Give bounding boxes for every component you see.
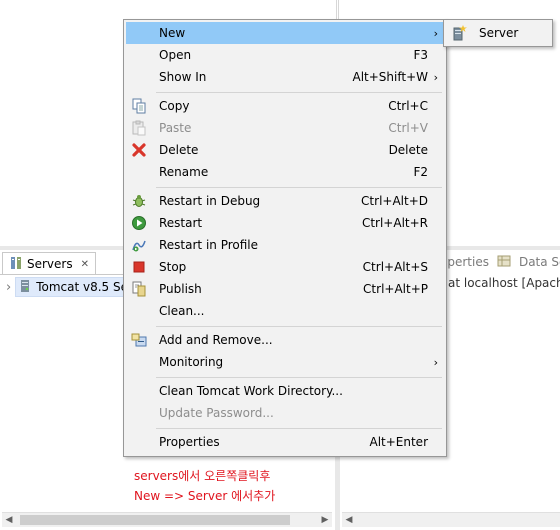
menu-item-restart-debug[interactable]: Restart in Debug Ctrl+Alt+D — [126, 190, 444, 212]
menu-separator — [156, 428, 442, 429]
data-source-icon — [497, 254, 511, 271]
menu-separator — [156, 326, 442, 327]
menu-item-paste[interactable]: Paste Ctrl+V — [126, 117, 444, 139]
submenu-arrow-icon: › — [433, 26, 438, 40]
menu-item-shortcut: F3 — [413, 48, 428, 62]
submenu-arrow-icon: › — [433, 355, 438, 369]
delete-icon — [131, 142, 147, 158]
menu-item-stop[interactable]: Stop Ctrl+Alt+S — [126, 256, 444, 278]
menu-item-label: Restart — [159, 216, 203, 230]
menu-item-label: Monitoring — [159, 355, 224, 369]
console-text: at localhost [Apache — [448, 276, 560, 290]
menu-item-label: New — [159, 26, 186, 40]
scrollbar-thumb[interactable] — [20, 515, 290, 525]
menu-item-label: Show In — [159, 70, 207, 84]
new-server-icon — [451, 25, 467, 41]
submenu-arrow-icon: › — [433, 70, 438, 84]
paste-icon — [131, 120, 147, 136]
menu-item-new[interactable]: New › — [126, 22, 444, 44]
menu-item-show-in[interactable]: Show In Alt+Shift+W › — [126, 66, 444, 88]
menu-item-shortcut: Ctrl+Alt+R — [361, 216, 428, 230]
tab-servers[interactable]: Servers ✕ — [2, 252, 96, 275]
menu-item-label: Paste — [159, 121, 192, 135]
tab-properties[interactable]: operties — [440, 255, 489, 269]
server-icon — [18, 279, 32, 296]
context-menu: New › Open F3 Show In Alt+Shift+W › Copy… — [123, 19, 447, 457]
annotation-line-1: servers에서 오른쪽클릭후 — [134, 469, 271, 483]
tab-data-source[interactable]: Data Sc — [519, 255, 560, 269]
menu-separator — [156, 187, 442, 188]
menu-item-publish[interactable]: Publish Ctrl+Alt+P — [126, 278, 444, 300]
scroll-left-icon[interactable]: ◀ — [2, 513, 16, 527]
menu-item-shortcut: Ctrl+Alt+S — [362, 260, 428, 274]
horizontal-scrollbar[interactable]: ◀ ▶ — [2, 512, 332, 527]
publish-icon — [131, 281, 147, 297]
menu-item-label: Server — [479, 26, 519, 40]
menu-separator — [156, 92, 442, 93]
menu-separator — [156, 377, 442, 378]
menu-item-label: Rename — [159, 165, 209, 179]
menu-item-restart[interactable]: Restart Ctrl+Alt+R — [126, 212, 444, 234]
menu-item-shortcut: F2 — [413, 165, 428, 179]
servers-view-icon — [9, 256, 23, 273]
menu-item-restart-profile[interactable]: Restart in Profile — [126, 234, 444, 256]
menu-item-clean-work-dir[interactable]: Clean Tomcat Work Directory... — [126, 380, 444, 402]
tree-expand-icon[interactable]: › — [6, 280, 11, 295]
menu-item-shortcut: Alt+Enter — [369, 435, 428, 449]
server-tree-row[interactable]: › Tomcat v8.5 Se — [6, 277, 133, 297]
scroll-right-icon[interactable]: ▶ — [318, 513, 332, 527]
menu-item-label: Open — [159, 48, 192, 62]
menu-item-label: Restart in Debug — [159, 194, 261, 208]
menu-item-rename[interactable]: Rename F2 — [126, 161, 444, 183]
menu-item-properties[interactable]: Properties Alt+Enter — [126, 431, 444, 453]
menu-item-shortcut: Ctrl+C — [388, 99, 428, 113]
menu-item-update-password[interactable]: Update Password... — [126, 402, 444, 424]
stop-icon — [131, 259, 147, 275]
menu-item-label: Properties — [159, 435, 220, 449]
menu-item-label: Clean Tomcat Work Directory... — [159, 384, 343, 398]
tab-servers-label: Servers — [27, 257, 73, 271]
menu-item-shortcut: Ctrl+V — [388, 121, 428, 135]
menu-item-label: Add and Remove... — [159, 333, 273, 347]
menu-item-label: Publish — [159, 282, 202, 296]
right-view-tabs: operties Data Sc — [440, 252, 560, 272]
tab-close-icon[interactable]: ✕ — [81, 259, 89, 270]
copy-icon — [131, 98, 147, 114]
menu-item-label: Clean... — [159, 304, 205, 318]
scroll-left-icon[interactable]: ◀ — [342, 513, 356, 527]
add-remove-icon — [131, 332, 147, 348]
server-item-label: Tomcat v8.5 Se — [36, 280, 128, 294]
menu-item-label: Update Password... — [159, 406, 274, 420]
menu-item-copy[interactable]: Copy Ctrl+C — [126, 95, 444, 117]
menu-item-add-remove[interactable]: Add and Remove... — [126, 329, 444, 351]
menu-item-shortcut: Ctrl+Alt+P — [363, 282, 428, 296]
menu-item-clean[interactable]: Clean... — [126, 300, 444, 322]
menu-item-label: Delete — [159, 143, 199, 157]
profile-icon — [131, 237, 147, 253]
menu-item-delete[interactable]: Delete Delete — [126, 139, 444, 161]
debug-bug-icon — [131, 193, 147, 209]
annotation-line-2: New => Server 에서추가 — [134, 489, 276, 503]
menu-item-server[interactable]: Server — [446, 22, 550, 44]
menu-item-label: Restart in Profile — [159, 238, 259, 252]
run-icon — [131, 215, 147, 231]
submenu-new: Server — [443, 19, 553, 47]
menu-item-shortcut: Delete — [388, 143, 428, 157]
menu-item-label: Stop — [159, 260, 187, 274]
menu-item-shortcut: Ctrl+Alt+D — [361, 194, 428, 208]
horizontal-scrollbar-right[interactable]: ◀ — [342, 512, 560, 527]
menu-item-shortcut: Alt+Shift+W — [352, 70, 429, 84]
menu-item-monitoring[interactable]: Monitoring › — [126, 351, 444, 373]
server-tree-item[interactable]: Tomcat v8.5 Se — [15, 277, 133, 297]
menu-item-open[interactable]: Open F3 — [126, 44, 444, 66]
menu-item-label: Copy — [159, 99, 190, 113]
